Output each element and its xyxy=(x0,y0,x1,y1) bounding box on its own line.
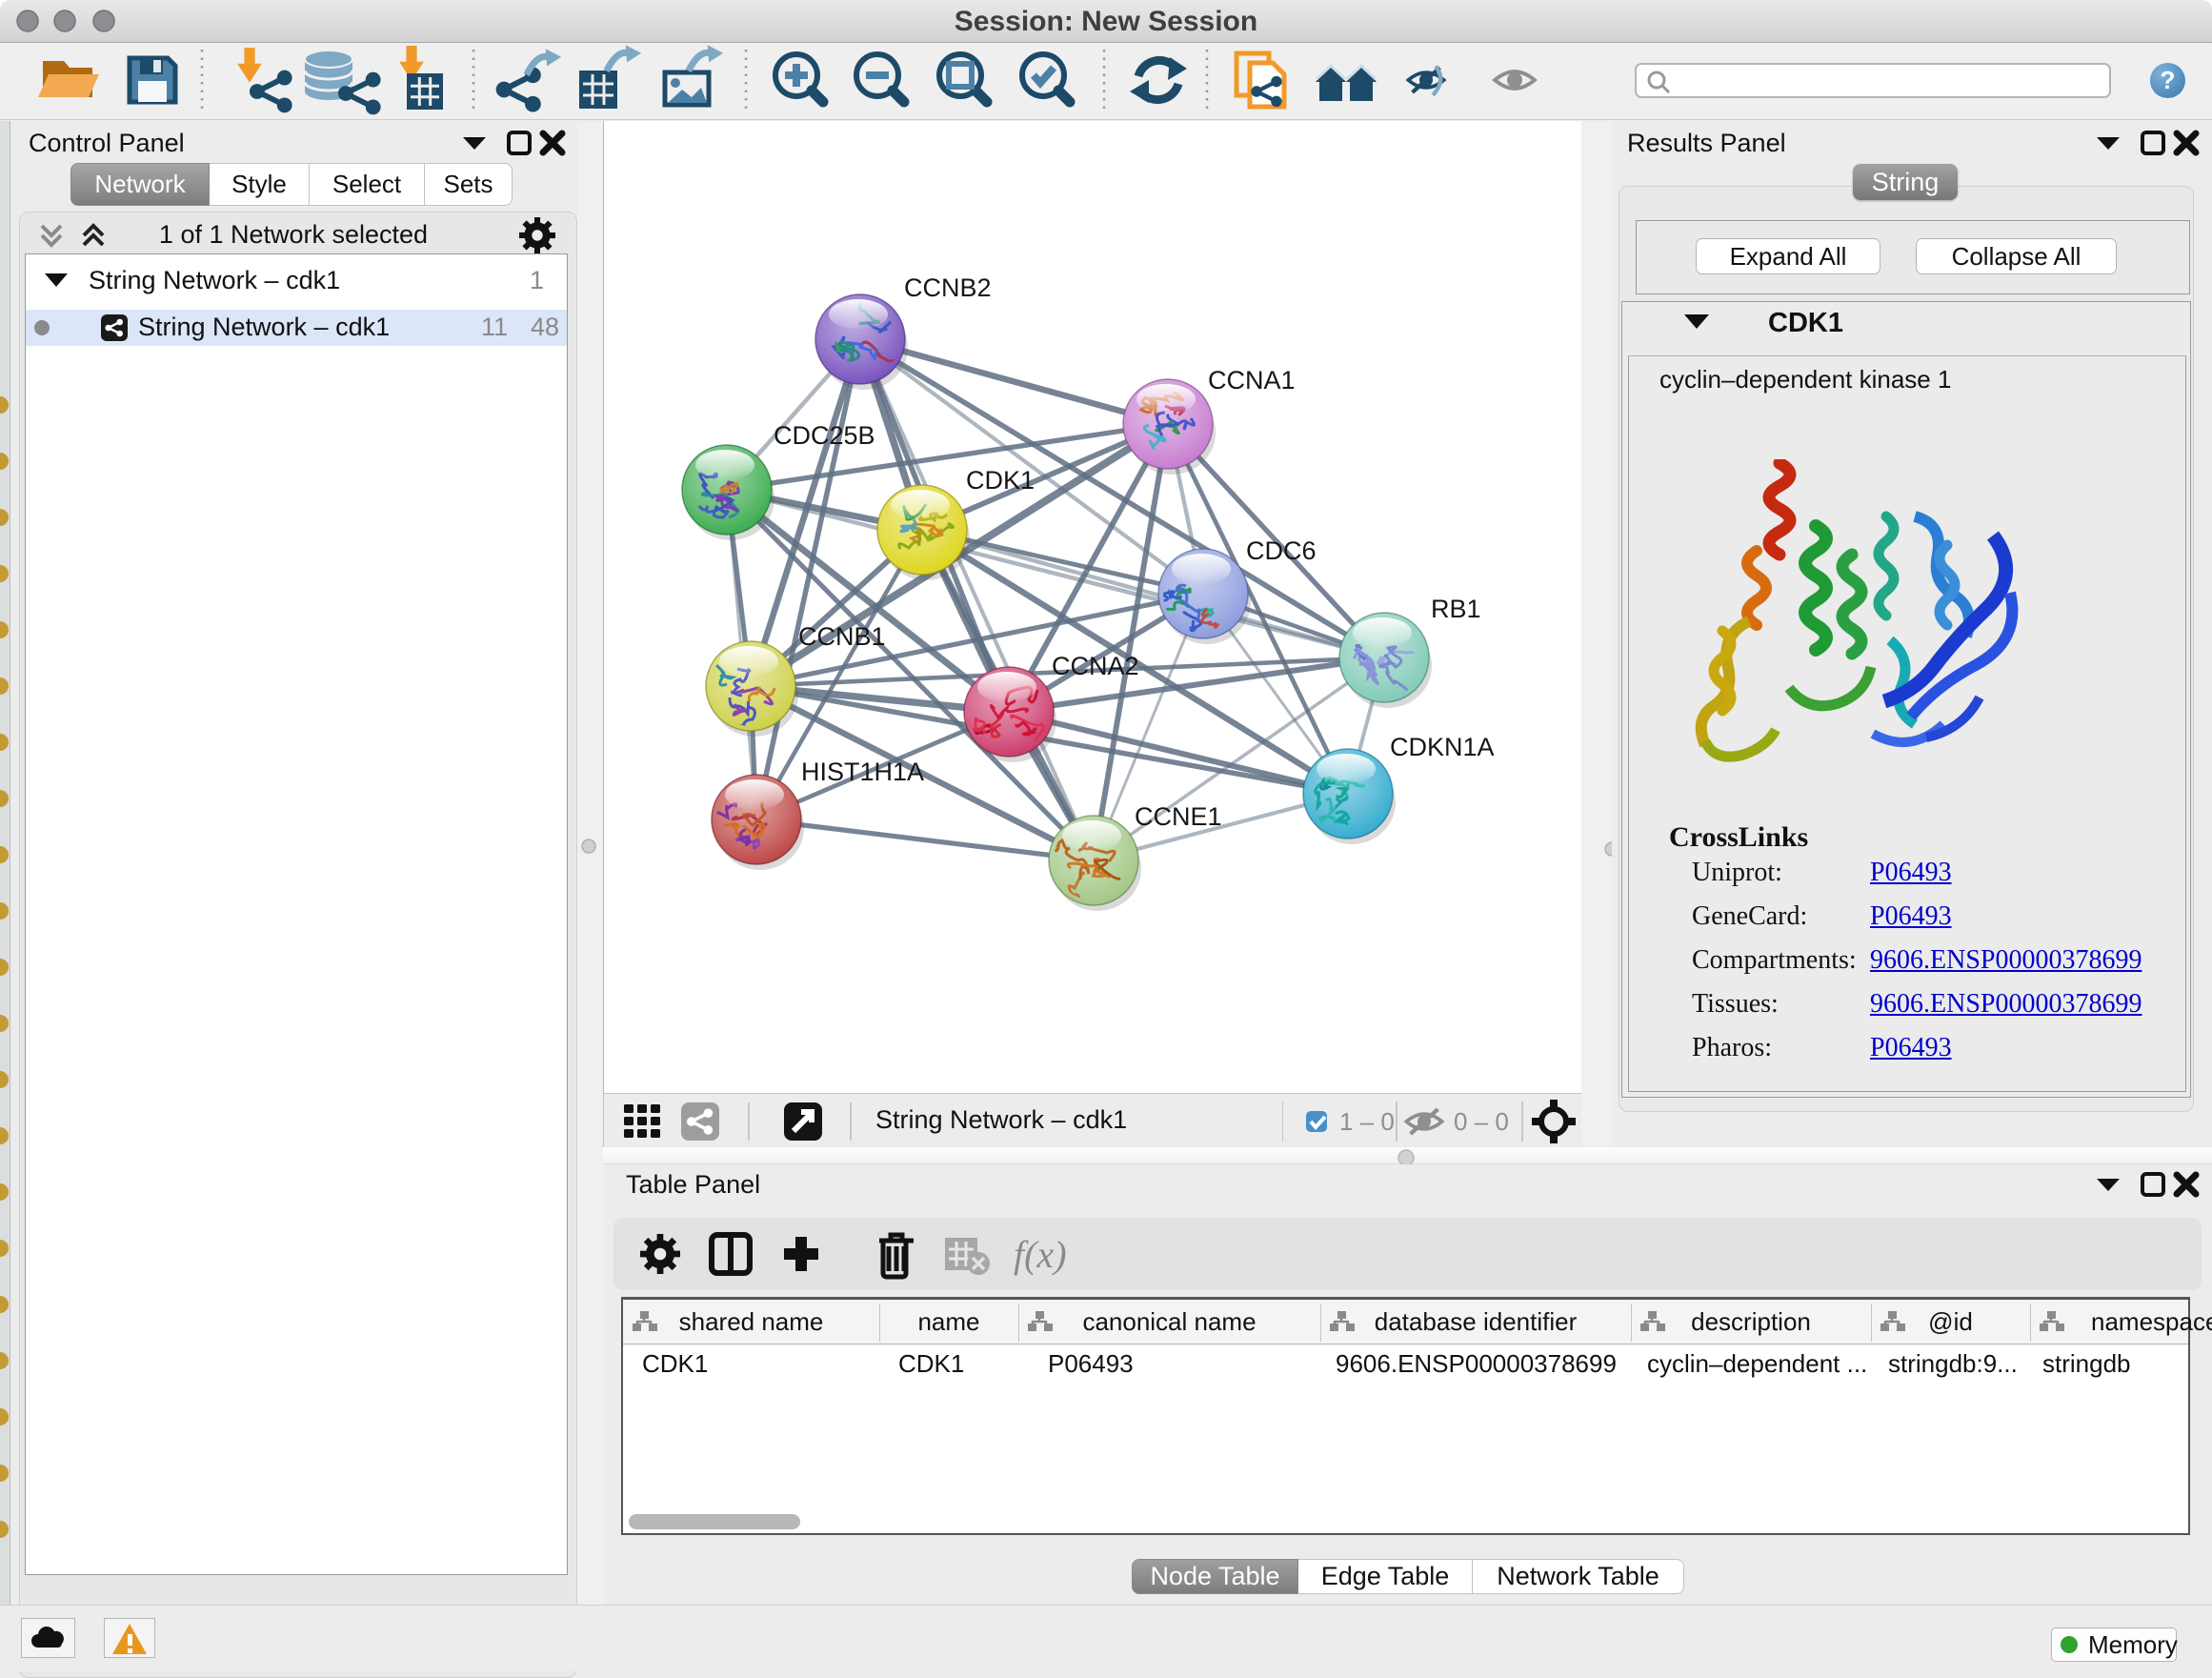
svg-text:CDC6: CDC6 xyxy=(1246,536,1317,565)
svg-text:CDC25B: CDC25B xyxy=(774,421,875,450)
svg-text:CCNB1: CCNB1 xyxy=(798,622,886,651)
svg-text:CCNB2: CCNB2 xyxy=(904,273,992,302)
svg-text:HIST1H1A: HIST1H1A xyxy=(801,758,924,786)
svg-text:0 – 0: 0 – 0 xyxy=(1454,1107,1509,1136)
svg-text:CCNA1: CCNA1 xyxy=(1208,366,1296,394)
svg-text:1 – 0: 1 – 0 xyxy=(1339,1107,1395,1136)
svg-text:RB1: RB1 xyxy=(1431,595,1481,623)
svg-text:f(x): f(x) xyxy=(1014,1233,1066,1276)
svg-text:CCNE1: CCNE1 xyxy=(1135,802,1222,831)
svg-text:CDK1: CDK1 xyxy=(966,466,1035,495)
svg-text:CDKN1A: CDKN1A xyxy=(1390,733,1495,761)
svg-text:CCNA2: CCNA2 xyxy=(1052,652,1139,680)
